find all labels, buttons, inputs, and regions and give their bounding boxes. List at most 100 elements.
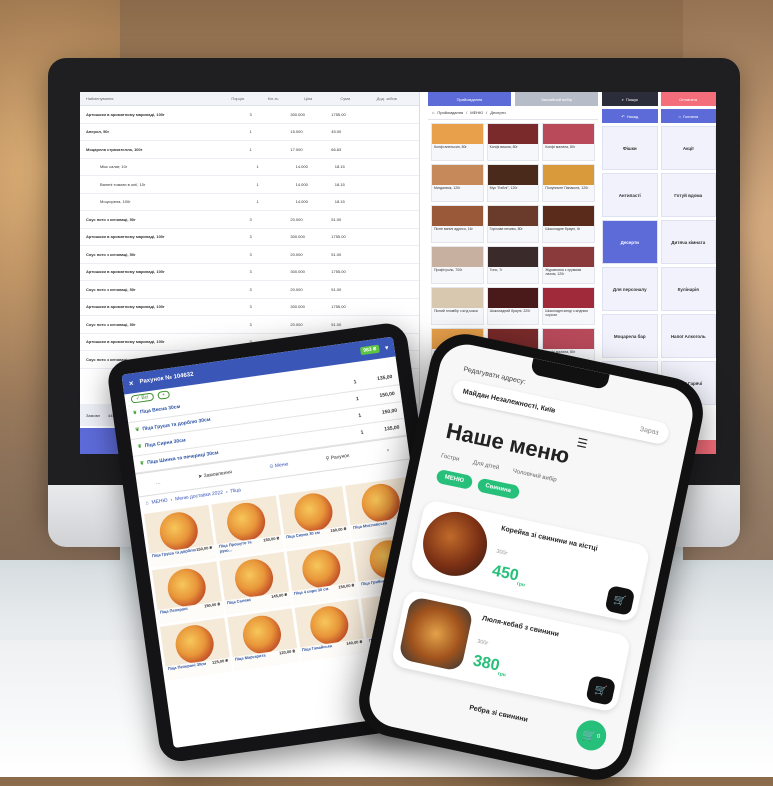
table-row[interactable]: Аперол, 50г 1 15.000 45.00 xyxy=(80,124,419,141)
menu-tile[interactable]: Полуничне Панакота, 120г xyxy=(542,164,595,202)
menu-tile[interactable]: Конфі вишня, 80г xyxy=(486,123,540,161)
floating-cart-button[interactable]: 🛒 0 xyxy=(573,717,610,754)
nav-bill-label: Рахунок xyxy=(330,452,350,462)
row-sum: 51.00 xyxy=(331,216,342,222)
filter-tab[interactable]: Чоловічий вибір xyxy=(512,468,557,483)
pizza-price: 120,00 ₴ xyxy=(278,648,296,656)
pizza-card[interactable]: 125,00 ₴ Піца Пепероні 30см xyxy=(159,617,232,681)
pizza-price: 150,00 ₴ xyxy=(337,582,355,590)
chevron-down-icon[interactable]: ▾ xyxy=(385,344,389,351)
table-row[interactable]: Артишоки в ароматному маринаді, 100г 3 300… xyxy=(80,264,419,281)
tab-secondary[interactable]: Звичайний вибір xyxy=(515,92,598,106)
nav-bill[interactable]: ⚲ Рахунок xyxy=(325,453,349,462)
menu-tile[interactable]: Профітроль, 700г xyxy=(431,246,484,284)
add-to-cart-button[interactable]: 🛒 xyxy=(585,675,617,706)
menu-tile[interactable]: Тоно, 7г xyxy=(486,246,540,284)
chip-menu[interactable]: МЕНЮ xyxy=(435,468,474,490)
filter-tab[interactable]: Для дітей xyxy=(472,460,499,471)
product-price-value: 450 xyxy=(490,562,521,585)
pizza-card[interactable]: 150,00 ₴ Піца Пепероні xyxy=(151,561,224,624)
menu-tile-label: Мигдалвок, 120г xyxy=(434,186,461,190)
table-row[interactable]: Моцгорела, 100г 1 14.000 18.15 xyxy=(80,194,419,211)
add-to-cart-button[interactable]: 🛒 xyxy=(604,585,636,616)
bill-line-qty: 1 xyxy=(355,395,360,403)
home-icon[interactable]: ⌂ xyxy=(432,110,434,115)
pizza-name: Піца Грибна xyxy=(360,578,386,587)
pay-button[interactable]: Оплатити xyxy=(660,92,716,106)
pizza-card[interactable]: 160,00 ₴ Піца Прошуто та руко... xyxy=(211,495,283,558)
pizza-card[interactable]: 140,00 ₴ Піца Гавайська xyxy=(294,598,366,662)
delivery-time[interactable]: Зараз xyxy=(639,425,659,436)
tab-primary[interactable]: Прийомдання xyxy=(428,92,511,106)
menu-tile[interactable]: Шоколадні кенді з ягідним соусом xyxy=(542,287,595,325)
category-button[interactable]: Акції xyxy=(660,126,716,170)
menu-tile-label: Шоколадні кенді з ягідним соусом xyxy=(545,309,588,318)
search-icon[interactable]: ⌕ xyxy=(386,447,390,453)
pizza-name: Піца Пепероні xyxy=(159,605,188,615)
menu-tile[interactable]: Мус "Бейлі", 120г xyxy=(486,164,540,202)
more-icon[interactable]: … xyxy=(155,479,161,486)
breadcrumb: ⌂ Прийомдання / МЕНЮ / Десерти xyxy=(428,106,598,120)
table-row[interactable]: Соус пото з кеноваці, 50г 3 20.000 51.00 xyxy=(80,246,419,264)
menu-tile[interactable]: Горіхове печиво, 80г xyxy=(486,205,540,243)
bill-title: Рахунок № 104632 xyxy=(139,371,194,386)
nav-orders-label: Замовлення xyxy=(203,469,233,480)
menu-tile[interactable]: Мигдалвок, 120г xyxy=(431,164,484,202)
menu-tile[interactable]: Шоколадний брауні, 220г xyxy=(486,287,540,325)
search-button[interactable]: ⌕ Пошук xyxy=(602,92,658,106)
breadcrumb-item[interactable]: Прийомдання xyxy=(437,110,463,115)
filter-tab[interactable]: Гостри xyxy=(440,453,459,463)
table-row[interactable]: Соус пото з кеноваці, 50г 3 20.000 51.00 xyxy=(80,281,419,299)
table-row[interactable]: Соус пото з кеноваці, 50г 3 20.000 51.00 xyxy=(80,211,419,229)
menu-tile[interactable]: Журавлина з хрумким лахом, 120г xyxy=(542,246,595,284)
back-button[interactable]: ↶ Назад xyxy=(602,109,658,123)
row-sum: 51.00 xyxy=(331,251,342,257)
home-button[interactable]: ⌂ Головна xyxy=(660,109,716,123)
menu-tabs: Прийомдання Звичайний вибір xyxy=(428,92,598,106)
table-row[interactable]: Артишоки в ароматному маринаді, 100г 3 300… xyxy=(80,299,419,316)
category-button[interactable]: Антипасті xyxy=(602,173,658,217)
close-icon[interactable]: ✕ xyxy=(128,380,134,388)
menu-tile[interactable]: Конфі малина, 80г xyxy=(542,123,595,161)
menu-tile[interactable]: Пісний пломбір з ягід кокос xyxy=(431,287,484,325)
menu-burger-icon[interactable]: ☰ xyxy=(575,435,588,451)
row-name: Соус пото з кеноваці, 50г xyxy=(86,286,136,292)
pizza-price: 150,00 ₴ xyxy=(195,544,213,553)
crumb-item[interactable]: МЕНЮ xyxy=(151,498,168,506)
category-button[interactable]: Фішки xyxy=(602,126,658,170)
category-button[interactable]: Готуй вдома xyxy=(660,173,716,217)
category-button[interactable]: Напої Алкоголь xyxy=(660,314,716,358)
pizza-card[interactable]: 150,00 ₴ Піца 4 сири 30 см xyxy=(286,542,358,606)
pizza-name: Піца Гавайська xyxy=(301,643,333,653)
menu-tile-label: Конфі малина, 80г xyxy=(545,145,576,149)
category-button[interactable]: Десерти xyxy=(602,220,658,264)
pizza-caption: 125,00 ₴ Піца Пепероні 30см xyxy=(165,657,232,681)
nav-orders[interactable]: ➤ Замовлення xyxy=(198,469,233,480)
table-row[interactable]: Моцарела страчателла, 100г 1 17.000 66.83 xyxy=(80,141,419,159)
table-row[interactable]: Вяленi томати в олії, 10г 1 14.000 18.15 xyxy=(80,176,419,194)
menu-tile[interactable]: Конфі апельсин, 80г xyxy=(431,123,484,161)
breadcrumb-item[interactable]: МЕНЮ xyxy=(470,110,483,115)
table-row[interactable]: Мікс салат, 10г 1 14.000 18.15 xyxy=(80,159,419,176)
add-button[interactable]: + xyxy=(156,390,171,400)
pizza-card[interactable]: 150,00 ₴ Піца Груша та дорблю xyxy=(144,504,216,568)
pizza-price: 145,00 ₴ xyxy=(270,591,288,600)
table-row[interactable]: Артишоки в ароматному маринаді, 100г 3 300… xyxy=(80,229,419,246)
nav-menu[interactable]: ⊙ Меню xyxy=(269,461,289,470)
chip-pork[interactable]: Свинина xyxy=(476,477,521,500)
category-button[interactable]: Моцарела бар xyxy=(602,314,658,358)
category-button[interactable]: Дитяча кімната xyxy=(660,220,716,264)
crumb-item: Піца xyxy=(230,487,242,495)
pizza-card[interactable]: 120,00 ₴ Піца Маргарита xyxy=(226,608,299,671)
category-button[interactable]: Для персоналу xyxy=(602,267,658,311)
category-button[interactable]: Кулінарія xyxy=(660,267,716,311)
table-row[interactable]: Артишоки в ароматному маринаді, 100г 3 300… xyxy=(80,106,419,124)
menu-tile[interactable]: Пісне ванілі адресо, 16г xyxy=(431,205,484,243)
breadcrumb-separator: / xyxy=(466,110,468,115)
menu-tile-image xyxy=(487,288,539,308)
pizza-card[interactable]: 150,00 ₴ Піца Сирна 30 см xyxy=(278,486,350,549)
pizza-card[interactable]: 145,00 ₴ Піца Салямі xyxy=(219,551,291,615)
pizza-image xyxy=(232,556,276,600)
menu-tile[interactable]: Шоколадне брауні, 6г xyxy=(542,205,595,243)
home-icon[interactable]: ⌂ xyxy=(145,500,149,506)
